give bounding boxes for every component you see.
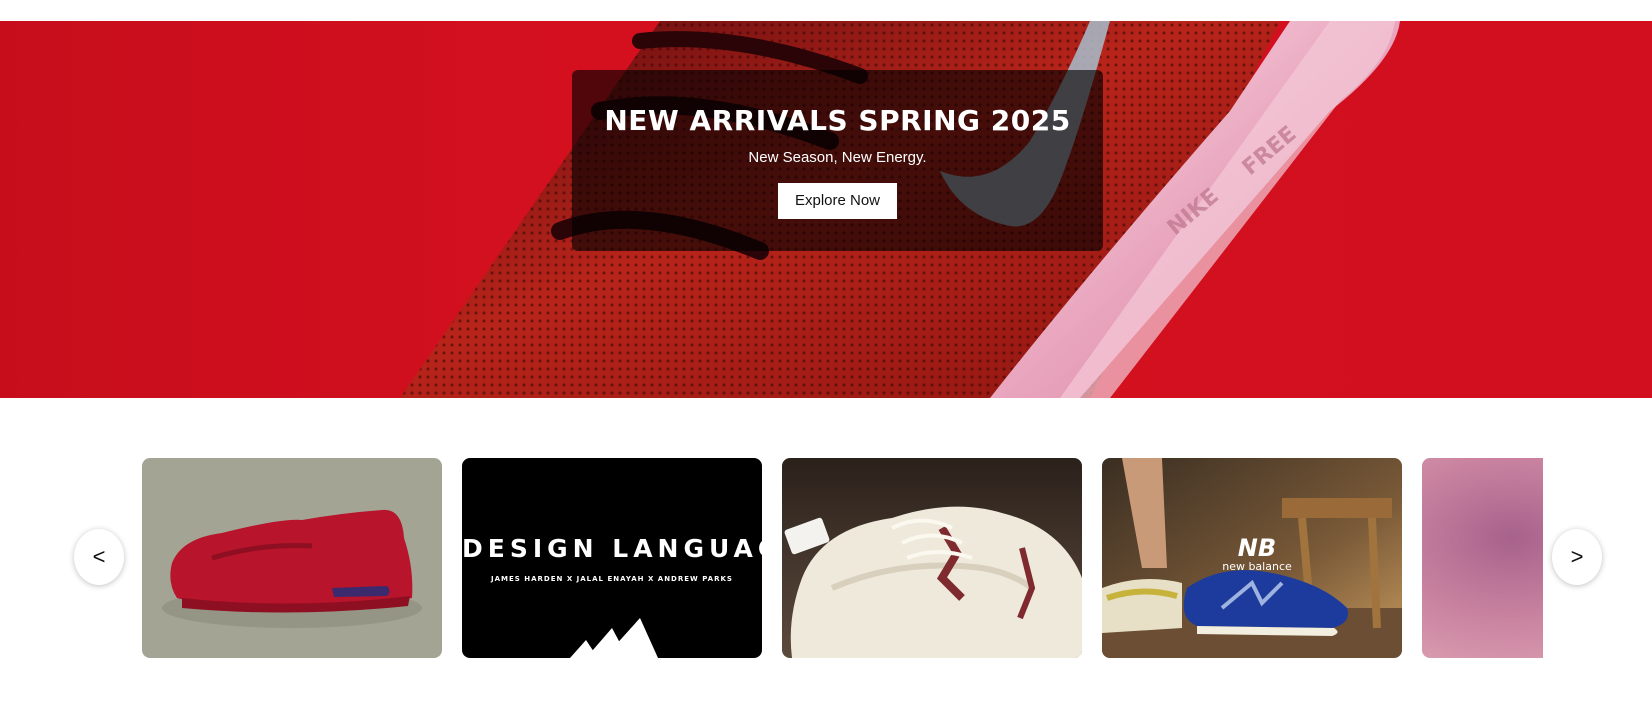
pink-blur-card[interactable] xyxy=(1422,458,1543,658)
design-language-card[interactable]: DESIGN LANGUAGE JAMES HARDEN X JALAL ENA… xyxy=(462,458,762,658)
carousel-track: DESIGN LANGUAGE JAMES HARDEN X JALAL ENA… xyxy=(142,458,1543,658)
new-balance-card[interactable]: NB new balance xyxy=(1102,458,1402,658)
new-balance-logo: NB new balance xyxy=(1212,536,1302,574)
hero-title: NEW ARRIVALS SPRING 2025 xyxy=(604,104,1071,137)
red-sneaker-image xyxy=(142,458,442,658)
carousel-prev-button[interactable]: < xyxy=(74,529,124,585)
carousel-next-button[interactable]: > xyxy=(1552,529,1602,585)
hero-banner: NIKE FREE NEW ARRIVALS SPRING 2025 New S… xyxy=(0,21,1652,398)
design-language-headline: DESIGN LANGUAGE xyxy=(462,534,762,563)
hero-overlay-panel: NEW ARRIVALS SPRING 2025 New Season, New… xyxy=(572,70,1103,251)
nb-monogram-icon: NB xyxy=(1237,534,1277,562)
explore-now-button[interactable]: Explore Now xyxy=(778,183,897,219)
white-sneakers-card[interactable] xyxy=(782,458,1082,658)
hero-subtitle: New Season, New Energy. xyxy=(748,149,927,166)
design-language-credit: JAMES HARDEN X JALAL ENAYAH X ANDREW PAR… xyxy=(491,575,733,583)
pink-blur-image xyxy=(1422,458,1543,658)
white-sneakers-image xyxy=(782,458,1082,658)
red-sneaker-card[interactable] xyxy=(142,458,442,658)
new-balance-brand-text: new balance xyxy=(1222,560,1292,573)
product-carousel: < DESIGN LANGUAGE JAMES HARDEN X JALAL E xyxy=(0,420,1652,690)
